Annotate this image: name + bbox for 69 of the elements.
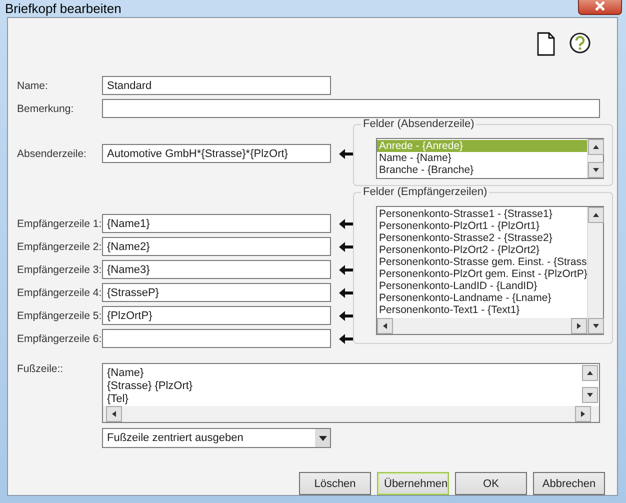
caret-icon [315, 429, 330, 447]
recipient-field[interactable]: {Name1} [102, 214, 331, 233]
dialog-button[interactable]: Übernehmen [377, 472, 449, 495]
list-item[interactable]: Personenkonto-PlzOrt1 - {PlzOrt1} [377, 220, 588, 232]
list-item[interactable]: Personenkonto-Landname - {Lname} [377, 292, 588, 304]
field-list[interactable]: Anrede - {Anrede} Name - {Name} Branche - {Branche} [376, 138, 604, 179]
close-icon [595, 0, 605, 10]
close-button[interactable] [578, 0, 622, 15]
recipient-field[interactable] [102, 329, 331, 348]
vertical-scrollbar[interactable] [587, 207, 604, 334]
arrow-left-icon[interactable] [339, 288, 353, 298]
vertical-scrollbar[interactable] [587, 139, 604, 178]
recipient-field[interactable]: {StrasseP} [102, 283, 331, 302]
scroll-up-icon[interactable] [588, 207, 604, 223]
list-item[interactable]: Personenkonto-Strasse2 - {Strasse2} [377, 232, 588, 244]
list-item[interactable]: Personenkonto-LandID - {LandID} [377, 280, 588, 292]
name-field[interactable]: Standard [102, 76, 331, 95]
list-item[interactable]: Personenkonto-Text1 - {Text1} [377, 304, 588, 316]
arrow-left-icon[interactable] [339, 264, 353, 274]
dialog-button[interactable]: OK [455, 472, 527, 495]
scroll-down-icon[interactable] [588, 318, 604, 334]
arrow-left-icon[interactable] [339, 310, 353, 320]
scroll-up-icon[interactable] [582, 365, 598, 381]
footer-text-area[interactable]: {Name} {Strasse} {PlzOrt} {Tel} [102, 363, 600, 423]
footer-line: {Name} [107, 367, 145, 380]
scroll-right-icon[interactable] [575, 406, 591, 422]
horizontal-scrollbar[interactable] [377, 318, 588, 334]
recipient-field[interactable]: {Name2} [102, 237, 331, 256]
field-label: Bemerkung: [17, 102, 75, 114]
remark-field[interactable] [102, 99, 600, 118]
scroll-down-icon[interactable] [582, 387, 598, 403]
field-label: Empfängerzeile 4: [17, 286, 102, 298]
scroll-down-icon[interactable] [588, 162, 604, 178]
scroll-left-icon[interactable] [106, 406, 122, 422]
scroll-up-icon[interactable] [588, 139, 604, 155]
field-list[interactable] [376, 206, 604, 335]
arrow-left-icon[interactable] [339, 242, 353, 252]
field-label: Name: [17, 80, 49, 92]
group-title: Felder (Empfängerzeilen) [361, 186, 490, 198]
list-item[interactable]: Personenkonto-Strasse1 - {Strasse1} [377, 208, 588, 220]
recipient-field[interactable]: {Name3} [102, 260, 331, 279]
footer-line: {Tel} [107, 393, 130, 406]
alignment-dropdown[interactable]: Fußzeile zentriert ausgeben [102, 428, 331, 448]
recipient-field[interactable]: {PlzOrtP} [102, 306, 331, 325]
field-label: Fußzeile:: [17, 363, 64, 377]
arrow-left-icon[interactable] [339, 334, 353, 344]
field-label: Empfängerzeile 2: [17, 240, 102, 252]
list-item[interactable]: Name - {Name} [377, 152, 588, 164]
sender-field[interactable]: Automotive GmbH*{Strasse}*{PlzOrt} [102, 144, 331, 163]
arrow-left-icon[interactable] [339, 218, 353, 228]
scroll-left-icon[interactable] [377, 318, 393, 334]
dialog-button[interactable]: Abbrechen [533, 472, 605, 495]
list-item[interactable]: Branche - {Branche} [377, 164, 588, 176]
field-label: Absenderzeile: [17, 148, 88, 160]
list-item[interactable]: Personenkonto-PlzOrt2 - {PlzOrt2} [377, 244, 588, 256]
field-label: Empfängerzeile 5: [17, 310, 102, 322]
list-item[interactable]: Personenkonto-PlzOrt gem. Einst - {PlzOrtP} [377, 268, 588, 280]
footer-line: {Strasse} {PlzOrt} [107, 380, 194, 393]
field-label: Empfängerzeile 6: [17, 332, 102, 344]
arrow-left-icon[interactable] [339, 148, 353, 158]
scroll-right-icon[interactable] [571, 318, 588, 334]
group-title: Felder (Absenderzeile) [361, 118, 476, 130]
field-label: Empfängerzeile 1: [17, 218, 102, 230]
help-icon[interactable] [569, 32, 591, 54]
window-title: Briefkopf bearbeiten [5, 1, 122, 16]
field-label: Empfängerzeile 3: [17, 264, 102, 276]
list-item[interactable]: Personenkonto-Strasse gem. Einst. - {Strass [377, 256, 588, 268]
new-document-icon[interactable] [537, 32, 555, 56]
dialog-button[interactable]: Löschen [299, 472, 371, 495]
